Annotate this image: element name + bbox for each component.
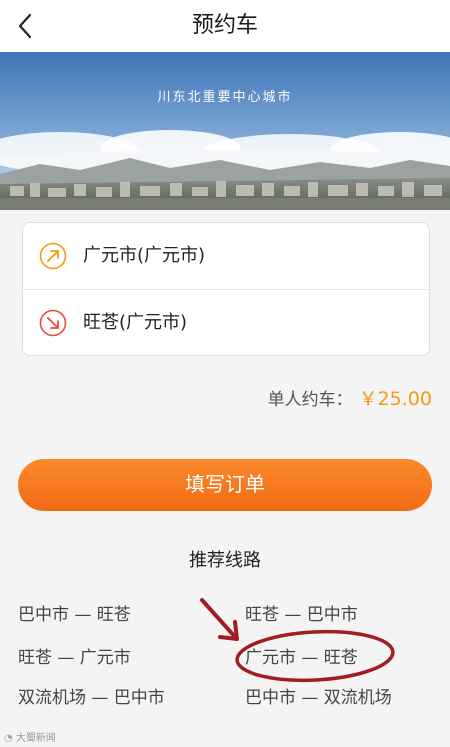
- watermark-text: 大蜀新闻: [15, 733, 56, 744]
- recommended-route-item[interactable]: 巴中市 — 旺苍: [18, 600, 131, 625]
- arrow-down-right-icon: [39, 309, 67, 337]
- departure-text: 广元市(广元市): [83, 245, 206, 266]
- arrow-up-right-icon: [39, 242, 67, 270]
- destination-row[interactable]: 旺苍(广元市): [23, 290, 429, 356]
- city-banner-image: 川东北重要中心城市: [0, 52, 450, 210]
- recommended-route-item[interactable]: 旺苍 — 广元市: [18, 643, 131, 668]
- banner-caption: 川东北重要中心城市: [157, 90, 293, 105]
- route-card: 广元市(广元市) 旺苍(广元市): [22, 222, 430, 356]
- price-value: ￥25.00: [358, 388, 432, 410]
- departure-row[interactable]: 广元市(广元市): [23, 223, 429, 289]
- top-bar: 预约车: [0, 0, 450, 52]
- watermark: ◔ 大蜀新闻: [4, 729, 56, 744]
- fill-order-button[interactable]: 填写订单: [18, 459, 432, 511]
- recommended-route-item[interactable]: 巴中市 — 双流机场: [245, 683, 392, 708]
- annotation-circle: [235, 629, 395, 683]
- recommended-routes-title: 推荐线路: [189, 550, 261, 571]
- weibo-icon: ◔: [4, 733, 13, 744]
- recommended-route-item[interactable]: 旺苍 — 巴中市: [245, 600, 358, 625]
- price-row: 单人约车： ￥25.00: [268, 383, 432, 415]
- page-title: 预约车: [191, 13, 258, 38]
- recommended-route-item[interactable]: 双流机场 — 巴中市: [18, 683, 165, 708]
- destination-text: 旺苍(广元市): [83, 312, 188, 333]
- price-label: 单人约车：: [267, 390, 353, 410]
